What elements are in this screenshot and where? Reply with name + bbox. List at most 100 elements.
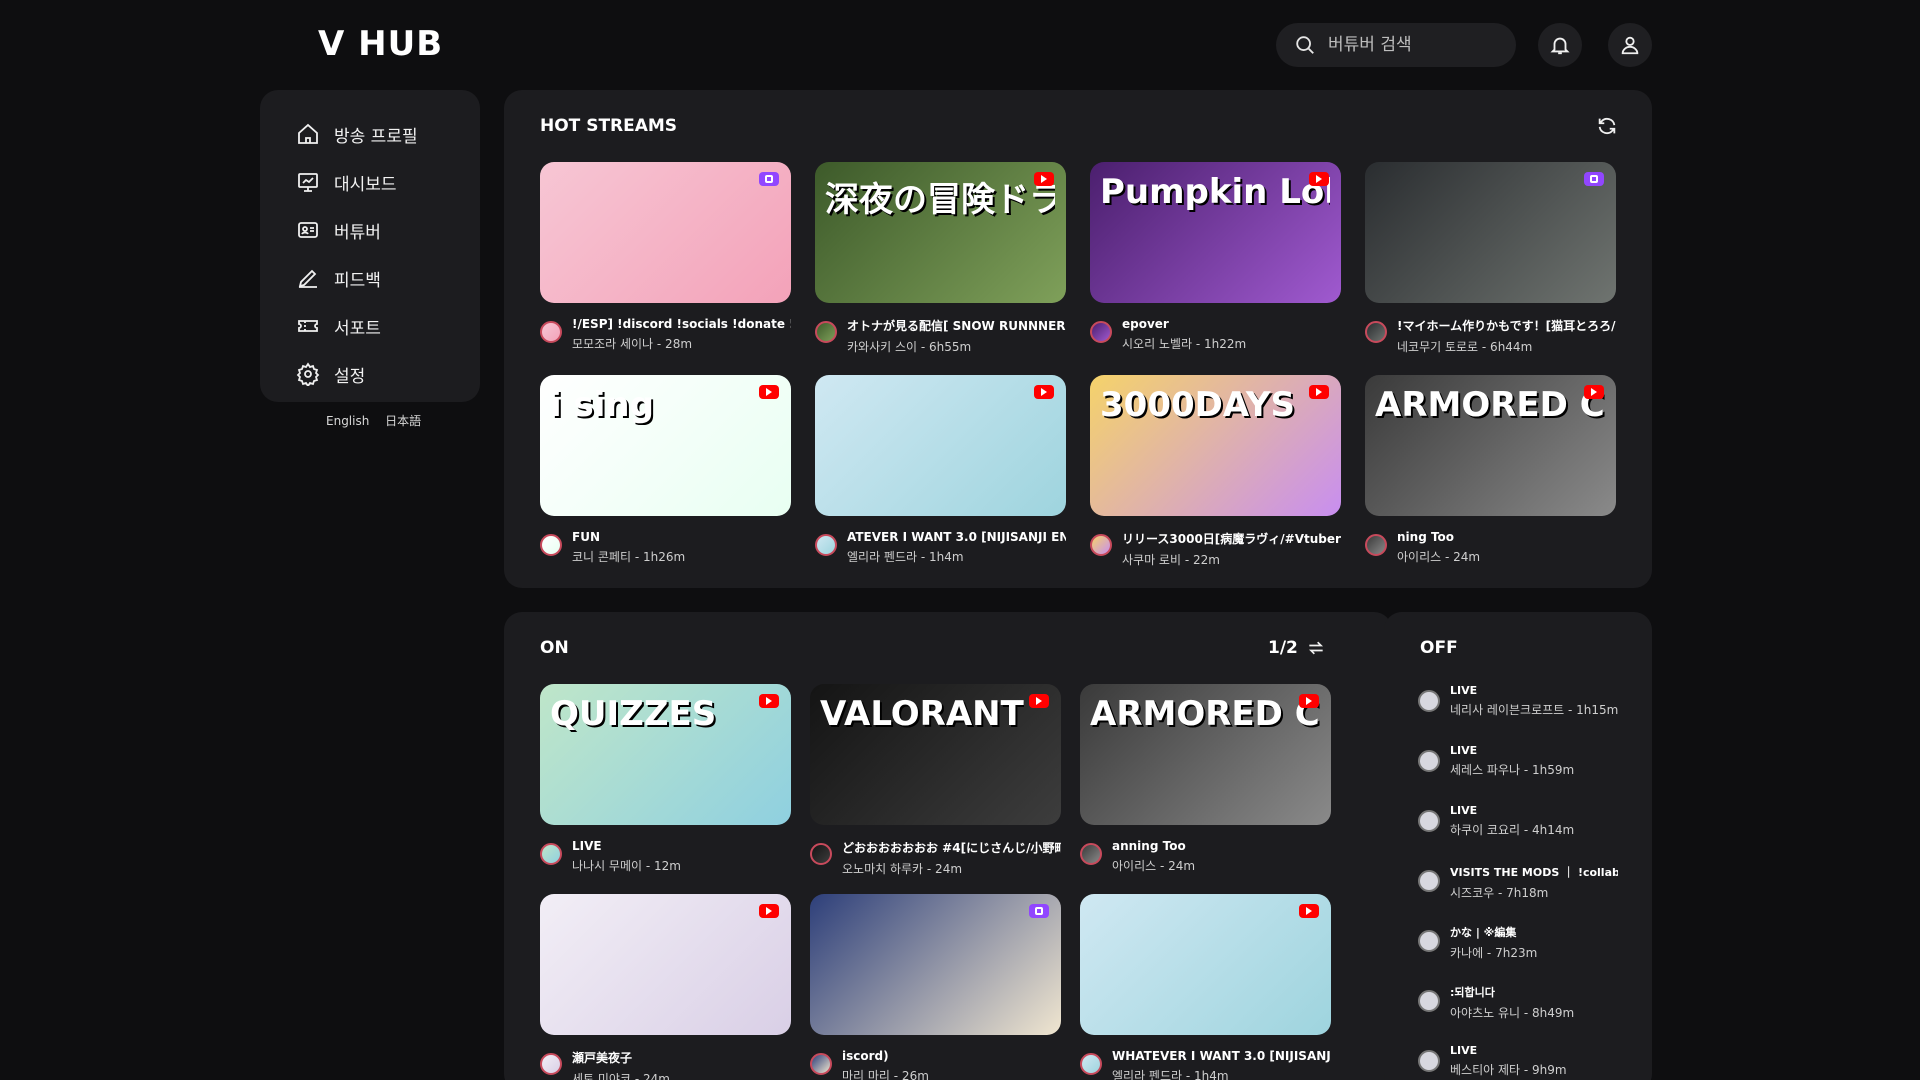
stream-title: ATEVER I WANT 3.0 [NIJISANJI EN | Elir (847, 530, 1066, 544)
youtube-icon (1309, 385, 1329, 399)
stream-card[interactable]: iscord) 마리 마리 - 26m (810, 894, 1061, 1080)
off-list-item[interactable]: :되합니다 아야츠노 유니 - 8h49m (1418, 984, 1618, 1021)
avatar[interactable] (815, 321, 837, 343)
sidebar-item-profile[interactable]: 방송 프로필 (260, 110, 480, 158)
avatar[interactable] (815, 534, 837, 556)
off-list-item[interactable]: LIVE 세레스 파우나 - 1h59m (1418, 744, 1618, 778)
stream-thumbnail[interactable]: ARMORED CORE VI (1365, 375, 1616, 516)
avatar[interactable] (1418, 990, 1440, 1012)
profile-button[interactable] (1608, 23, 1652, 67)
stream-card[interactable]: !マイホーム作りかもです！[猫耳とろろ/I 네코무기 토로로 - 6h44m (1365, 162, 1616, 355)
off-title: OFF (1420, 638, 1458, 658)
stream-thumbnail[interactable] (810, 894, 1061, 1035)
stream-card[interactable]: 3000DAYS リリース3000日[病魔ラヴィ/#Vtuber] 사쿠마 로비 -… (1090, 375, 1341, 568)
avatar[interactable] (1418, 750, 1440, 772)
stream-card[interactable]: i sing FUN 코니 콘페티 - 1h26m (540, 375, 791, 565)
notification-button[interactable] (1538, 23, 1582, 67)
sidebar-item-label: 피드백 (334, 270, 381, 291)
avatar[interactable] (1418, 870, 1440, 892)
stream-card[interactable]: QUIZZES LIVE 나나시 무메이 - 12m (540, 684, 791, 874)
avatar[interactable] (1418, 1050, 1440, 1072)
stream-card[interactable]: ARMORED CORE VI anning Too 아이리스 - 24m (1080, 684, 1331, 874)
stream-channel-duration: 사쿠마 로비 - 22m (1122, 553, 1220, 567)
thumbnail-text: Pumpkin Lobotomy (1100, 172, 1330, 212)
stream-thumbnail[interactable] (1080, 894, 1331, 1035)
search-icon (1296, 36, 1314, 54)
stream-thumbnail[interactable]: VALORANT (810, 684, 1061, 825)
sidebar-item-label: 설정 (334, 366, 366, 387)
sidebar-item-support[interactable]: 서포트 (260, 302, 480, 350)
off-list-item[interactable]: LIVE 베스티아 제타 - 9h9m (1418, 1044, 1618, 1078)
stream-title: かな | ※編集 (1450, 926, 1517, 939)
stream-thumbnail[interactable] (1365, 162, 1616, 303)
thumbnail-text: i sing (550, 385, 654, 425)
avatar[interactable] (1418, 930, 1440, 952)
refresh-icon[interactable] (1596, 115, 1618, 137)
avatar[interactable] (810, 1053, 832, 1075)
stream-card[interactable]: ARMORED CORE VI ning Too 아이리스 - 24m (1365, 375, 1616, 565)
stream-card[interactable]: 深夜の冒険ドライブオトナが見る配信[ SNOW RUNNNER ス 카와사키 스이… (815, 162, 1066, 355)
avatar[interactable] (540, 534, 562, 556)
stream-channel-duration: 아이리스 - 24m (1397, 550, 1481, 564)
search-box[interactable] (1276, 23, 1516, 67)
stream-thumbnail[interactable]: QUIZZES (540, 684, 791, 825)
stream-thumbnail[interactable]: 3000DAYS (1090, 375, 1341, 516)
stream-thumbnail[interactable] (540, 162, 791, 303)
swap-icon[interactable] (1306, 638, 1326, 658)
stream-thumbnail[interactable]: i sing (540, 375, 791, 516)
stream-card[interactable]: 瀬戸美夜子 세토 미야코 - 24m (540, 894, 791, 1080)
avatar[interactable] (540, 1053, 562, 1075)
off-list-item[interactable]: LIVE 하쿠이 코요리 - 4h14m (1418, 804, 1618, 838)
stream-thumbnail[interactable] (540, 894, 791, 1035)
stream-title: !/ESP] !discord !socials !donate !thro (572, 317, 791, 331)
stream-thumbnail[interactable]: 深夜の冒険ドライブ (815, 162, 1066, 303)
stream-channel-duration: 카나에 - 7h23m (1450, 946, 1538, 960)
sidebar-item-settings[interactable]: 설정 (260, 350, 480, 398)
sidebar-item-label: 방송 프로필 (334, 126, 418, 147)
pager[interactable]: 1/2 (1268, 638, 1326, 658)
stream-channel-duration: 엘리라 펜드라 - 1h4m (1112, 1069, 1229, 1080)
stream-thumbnail[interactable]: ARMORED CORE VI (1080, 684, 1331, 825)
stream-card[interactable]: Pumpkin Lobotomy epover 시오리 노벨라 - 1h22m (1090, 162, 1341, 352)
sidebar-item-dashboard[interactable]: 대시보드 (260, 158, 480, 206)
avatar[interactable] (540, 321, 562, 343)
avatar[interactable] (1080, 1053, 1102, 1075)
off-list-item[interactable]: VISITS THE MODS ｜ !collab ! 시즈코우 - 7h18m (1418, 864, 1618, 901)
stream-title: anning Too (1112, 839, 1186, 853)
stream-card[interactable]: ATEVER I WANT 3.0 [NIJISANJI EN | Elir 엘리… (815, 375, 1066, 565)
gear-icon (296, 362, 320, 386)
stream-card[interactable]: WHATEVER I WANT 3.0 [NIJISANJI EN | 엘리라 펜… (1080, 894, 1331, 1080)
stream-thumbnail[interactable]: Pumpkin Lobotomy (1090, 162, 1341, 303)
app-logo[interactable]: V HUB (318, 24, 443, 64)
stream-channel-duration: 시즈코우 - 7h18m (1450, 886, 1549, 900)
lang-japanese[interactable]: 日本語 (385, 414, 421, 428)
off-list-item[interactable]: かな | ※編集 카나에 - 7h23m (1418, 924, 1618, 961)
id-card-icon (298, 222, 318, 238)
avatar[interactable] (1080, 843, 1102, 865)
stream-title: どおおおおおおお #4[にじさんじ/小野町] (842, 841, 1061, 855)
off-list-item[interactable]: LIVE 네리사 레이븐크로프트 - 1h15m (1418, 684, 1618, 718)
avatar[interactable] (1418, 810, 1440, 832)
avatar[interactable] (1090, 321, 1112, 343)
stream-channel-duration: 네리사 레이븐크로프트 - 1h15m (1450, 703, 1618, 717)
sidebar-item-vtuber[interactable]: 버튜버 (260, 206, 480, 254)
stream-channel-duration: 세토 미야코 - 24m (572, 1072, 670, 1080)
avatar[interactable] (1365, 321, 1387, 343)
user-icon (1621, 36, 1639, 55)
stream-card[interactable]: !/ESP] !discord !socials !donate !thro 모모… (540, 162, 791, 352)
stream-channel-duration: 엘리라 펜드라 - 1h4m (847, 550, 964, 564)
stream-channel-duration: 코니 콘페티 - 1h26m (572, 550, 686, 564)
avatar[interactable] (1365, 534, 1387, 556)
stream-channel-duration: 베스티아 제타 - 9h9m (1450, 1063, 1567, 1077)
avatar[interactable] (810, 843, 832, 865)
stream-thumbnail[interactable] (815, 375, 1066, 516)
avatar[interactable] (1418, 690, 1440, 712)
stream-channel-duration: 네코무기 토로로 - 6h44m (1397, 340, 1533, 354)
stream-channel-duration: 모모조라 세이나 - 28m (572, 337, 693, 351)
lang-english[interactable]: English (326, 414, 369, 428)
stream-card[interactable]: VALORANT どおおおおおおお #4[にじさんじ/小野町] 오노마치 하루카 -… (810, 684, 1061, 877)
avatar[interactable] (540, 843, 562, 865)
sidebar-item-feedback[interactable]: 피드백 (260, 254, 480, 302)
avatar[interactable] (1090, 534, 1112, 556)
search-input[interactable] (1328, 35, 1498, 55)
